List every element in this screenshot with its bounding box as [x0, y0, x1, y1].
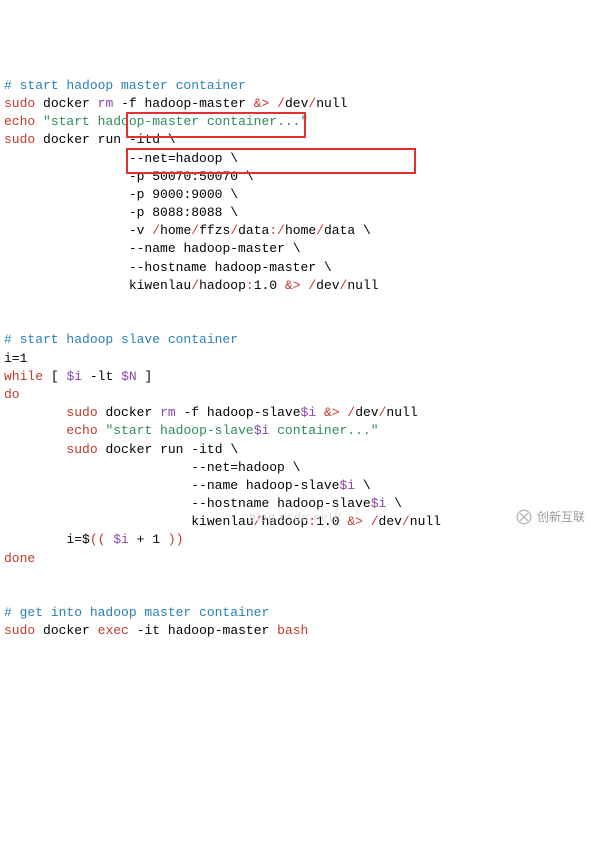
watermark-text: 创新互联 — [537, 509, 585, 526]
logo-icon — [515, 508, 533, 526]
watermark-logo: 创新互联 — [515, 508, 585, 526]
code-block: # start hadoop master container sudo doc… — [4, 77, 587, 641]
